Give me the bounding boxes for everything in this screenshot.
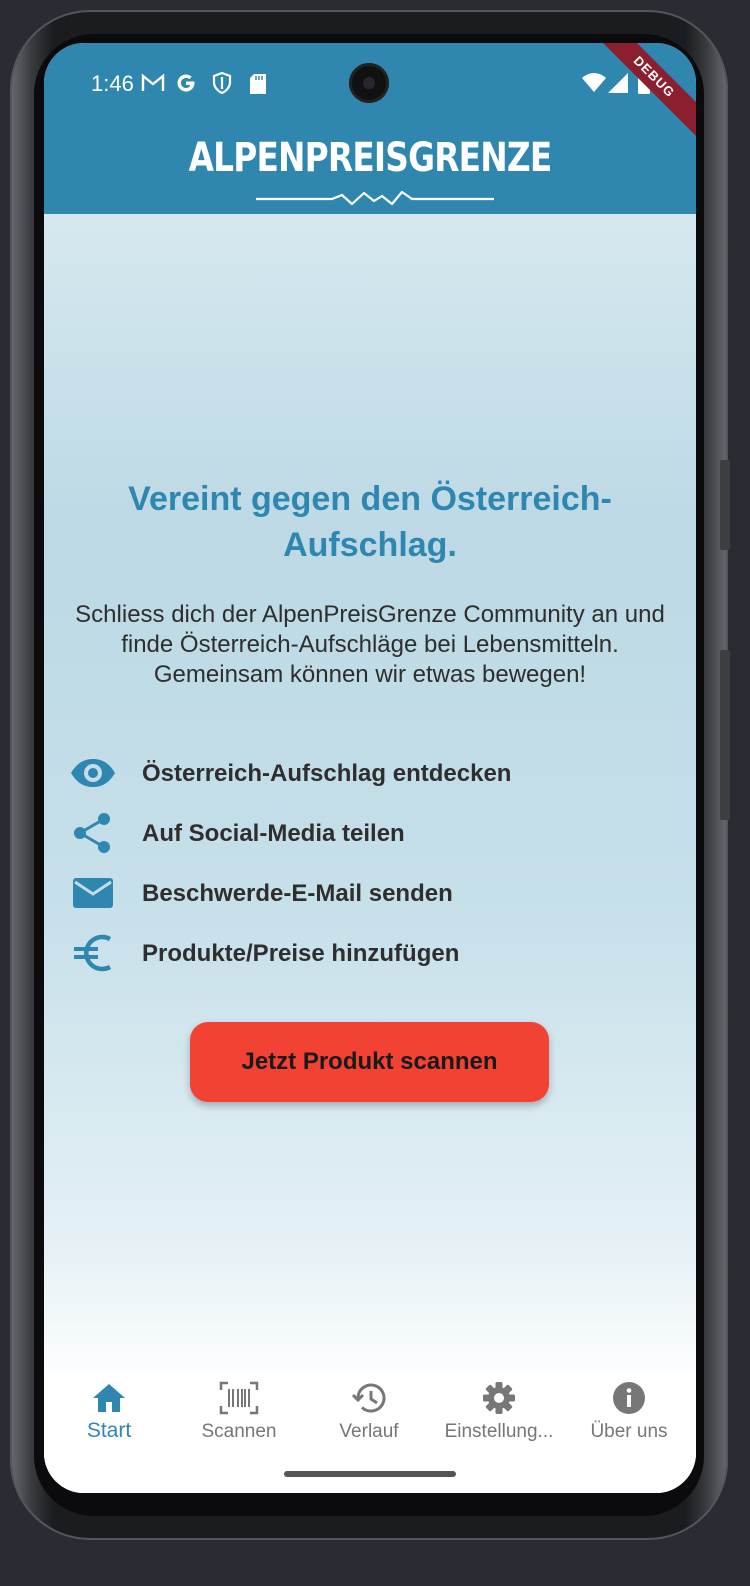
gesture-home-bar[interactable] — [284, 1471, 456, 1477]
nav-item-verlauf[interactable]: Verlauf — [304, 1381, 434, 1451]
status-time: 1:46 — [91, 71, 134, 96]
shield-icon — [212, 71, 232, 99]
feature-item: Produkte/Preise hinzufügen — [70, 931, 670, 975]
nav-label: Start — [86, 1419, 132, 1442]
barcode-icon — [219, 1381, 259, 1415]
signal-icon — [608, 73, 628, 98]
feature-item: Auf Social-Media teilen — [70, 811, 670, 855]
sd-card-icon — [249, 73, 267, 100]
nav-item-ueber-uns[interactable]: Über uns — [564, 1381, 694, 1451]
feature-item: Beschwerde-E-Mail senden — [70, 871, 670, 915]
feature-label: Produkte/Preise hinzufügen — [142, 940, 460, 967]
side-button — [720, 650, 730, 820]
gear-icon — [483, 1382, 515, 1414]
home-icon — [93, 1384, 125, 1412]
euro-icon — [70, 931, 116, 975]
app-logo: ALPENPREISGRENZE — [188, 135, 553, 181]
screen: 1:46 ALPENPREISGRENZE DEBUG Vereint gege… — [44, 43, 696, 1493]
nav-label: Einstellung... — [444, 1421, 554, 1442]
feature-label: Auf Social-Media teilen — [142, 820, 405, 847]
eye-icon — [70, 751, 116, 795]
mail-icon — [70, 871, 116, 915]
phone-frame: 1:46 ALPENPREISGRENZE DEBUG Vereint gege… — [10, 10, 730, 1540]
nav-item-einstellungen[interactable]: Einstellung... — [434, 1381, 564, 1451]
wifi-icon — [582, 73, 606, 98]
description: Schliess dich der AlpenPreisGrenze Commu… — [75, 601, 665, 688]
nav-item-scannen[interactable]: Scannen — [174, 1381, 304, 1451]
bottom-nav: Start Scannen Verlauf Einstellung... Übe… — [44, 1373, 696, 1493]
side-button — [720, 460, 730, 550]
mountain-line-icon — [256, 190, 494, 206]
scan-product-button[interactable]: Jetzt Produkt scannen — [190, 1022, 549, 1102]
main-content: Vereint gegen den Österreich-Aufschlag. … — [44, 214, 696, 1493]
nav-label: Verlauf — [339, 1421, 399, 1442]
nav-label: Über uns — [590, 1421, 668, 1442]
history-icon — [351, 1383, 386, 1413]
feature-label: Beschwerde-E-Mail senden — [142, 880, 453, 907]
google-icon — [175, 72, 197, 99]
headline: Vereint gegen den Österreich-Aufschlag. — [128, 480, 612, 564]
share-icon — [70, 811, 116, 855]
feature-item: Österreich-Aufschlag entdecken — [70, 751, 670, 795]
status-bar: 1:46 — [44, 43, 696, 127]
gmail-icon — [141, 73, 165, 98]
info-icon — [613, 1382, 645, 1414]
front-camera — [349, 63, 389, 103]
app-bar: 1:46 ALPENPREISGRENZE DEBUG — [44, 43, 696, 214]
nav-label: Scannen — [201, 1421, 277, 1442]
nav-item-start[interactable]: Start — [44, 1381, 174, 1451]
feature-label: Österreich-Aufschlag entdecken — [142, 760, 512, 787]
